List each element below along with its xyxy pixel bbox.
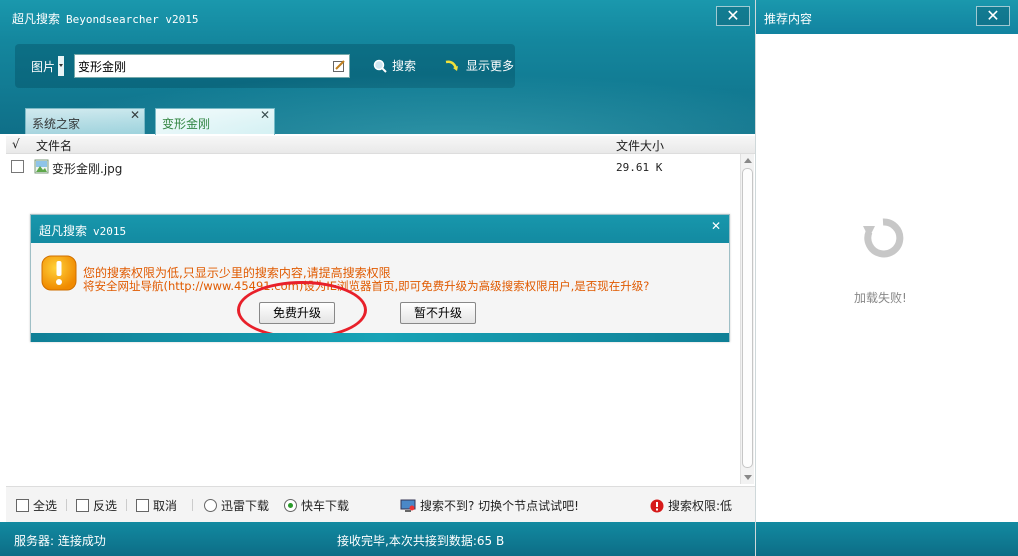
close-button[interactable]: ✕: [716, 6, 750, 26]
not-now-button[interactable]: 暂不升级: [400, 302, 476, 324]
tab-xitongzhijia[interactable]: 系统之家 ✕: [25, 108, 145, 134]
dialog-close-icon[interactable]: ✕: [711, 219, 721, 233]
reload-icon[interactable]: [861, 214, 905, 262]
divider: [192, 499, 193, 511]
header-name-column[interactable]: 文件名: [36, 137, 72, 154]
scroll-thumb[interactable]: [742, 168, 753, 468]
divider: [126, 499, 127, 511]
tab-close-icon[interactable]: ✕: [130, 108, 140, 122]
recommend-panel: 推荐内容 ✕ 加载失败!: [755, 0, 1018, 556]
checkbox-box[interactable]: [16, 499, 29, 512]
header-area: 超凡搜索 Beyondsearcher v2015 ✕ 图片 搜索: [0, 0, 755, 135]
dialog-version: v2015: [93, 225, 127, 238]
options-bar: 全选 反选 取消 迅雷下载 快车下载 搜索不到? 切换个节点试试吧! 搜索权限:…: [6, 486, 755, 522]
app-subtitle: Beyondsearcher v2015: [66, 13, 199, 26]
status-bar: 服务器: 连接成功 接收完毕,本次共接到数据:65 B: [0, 522, 755, 556]
arrow-down-right-icon: [445, 60, 458, 71]
header-check-column[interactable]: √: [12, 137, 20, 151]
invert-selection-checkbox[interactable]: 反选: [76, 497, 117, 514]
dialog-title: 超凡搜索 v2015: [39, 222, 126, 239]
search-panel: 图片 搜索 显示更多: [15, 44, 515, 88]
scroll-up-icon[interactable]: [744, 158, 752, 163]
tab-bianxingjingang[interactable]: 变形金刚 ✕: [155, 108, 275, 135]
radio-circle[interactable]: [204, 499, 217, 512]
radio-circle[interactable]: [284, 499, 297, 512]
switch-node-label: 搜索不到? 切换个节点试试吧!: [420, 499, 579, 513]
kuaiche-label: 快车下载: [301, 499, 350, 513]
header-size-column[interactable]: 文件大小: [616, 137, 664, 154]
file-name: 变形金刚.jpg: [52, 162, 123, 176]
tab-close-icon[interactable]: ✕: [260, 108, 270, 122]
upgrade-dialog: 超凡搜索 v2015 ✕ 您的搜索权限为低,只显示少里的搜索内容,请提高搜索权限 …: [30, 214, 730, 342]
checkbox-box[interactable]: [76, 499, 89, 512]
tab-label: 变形金刚: [162, 117, 211, 131]
search-button[interactable]: 搜索: [373, 57, 416, 74]
xunlei-label: 迅雷下载: [221, 499, 270, 513]
permission-label: 搜索权限:低: [668, 499, 733, 513]
cancel-selection-checkbox[interactable]: 取消: [136, 497, 177, 514]
cancel-label: 取消: [153, 499, 178, 513]
checkbox-box[interactable]: [136, 499, 149, 512]
recommend-panel-footer: [756, 522, 1018, 556]
chevron-down-icon: [58, 56, 65, 76]
kuaiche-download-radio[interactable]: 快车下载: [284, 497, 349, 514]
select-all-checkbox[interactable]: 全选: [16, 497, 57, 514]
recommend-title: 推荐内容: [764, 12, 813, 26]
file-size: 29.61 K: [616, 161, 663, 174]
tab-label: 系统之家: [32, 117, 81, 131]
dialog-title-text: 超凡搜索: [39, 224, 88, 238]
recommend-panel-header: 推荐内容 ✕: [756, 0, 1018, 34]
scroll-down-icon[interactable]: [744, 475, 752, 480]
show-more-button[interactable]: 显示更多: [445, 57, 514, 74]
free-upgrade-button[interactable]: 免费升级: [259, 302, 335, 324]
search-type-label: 图片: [31, 59, 56, 74]
load-failed-text: 加载失败!: [854, 291, 907, 305]
table-row[interactable]: 变形金刚.jpg 29.61 K: [6, 158, 740, 176]
search-button-label: 搜索: [392, 59, 417, 73]
search-type-select[interactable]: 图片: [31, 56, 65, 76]
invert-label: 反选: [93, 499, 118, 513]
dialog-title-bar: 超凡搜索 v2015 ✕: [31, 215, 729, 243]
list-header: √ 文件名 文件大小: [6, 136, 755, 154]
scrollbar[interactable]: [740, 154, 754, 484]
select-all-label: 全选: [33, 499, 58, 513]
search-input[interactable]: [74, 54, 350, 78]
edit-icon[interactable]: [333, 60, 345, 72]
server-status: 服务器: 连接成功: [14, 534, 106, 548]
dialog-footer-bar: [31, 333, 729, 342]
switch-node-link[interactable]: 搜索不到? 切换个节点试试吧!: [400, 497, 579, 514]
recommend-close-button[interactable]: ✕: [976, 6, 1010, 26]
receive-status: 接收完毕,本次共接到数据:65 B: [337, 534, 505, 548]
search-permission-indicator[interactable]: 搜索权限:低: [650, 497, 732, 514]
show-more-label: 显示更多: [466, 59, 515, 73]
search-icon: [373, 59, 387, 73]
xunlei-download-radio[interactable]: 迅雷下载: [204, 497, 269, 514]
image-file-icon: [34, 159, 49, 174]
app-title: 超凡搜索: [12, 12, 61, 26]
warning-icon: [41, 255, 77, 291]
row-checkbox[interactable]: [11, 160, 24, 173]
monitor-icon: [400, 499, 416, 512]
alert-icon: [650, 499, 664, 512]
divider: [66, 499, 67, 511]
window-title: 超凡搜索 Beyondsearcher v2015: [12, 10, 198, 27]
dialog-message-line2: 将安全网址导航(http://www.45491.com)设为IE浏览器首页,即…: [83, 279, 650, 293]
